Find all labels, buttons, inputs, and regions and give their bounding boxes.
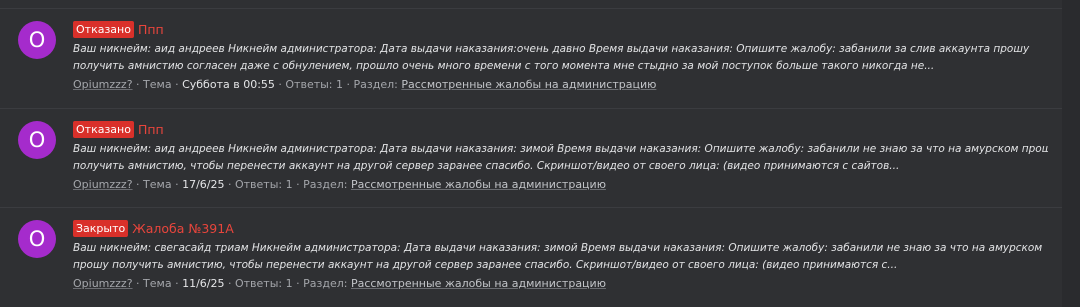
meta-separator: · [175, 277, 179, 290]
meta-separator: · [296, 178, 300, 191]
replies-count: Ответы: 1 [234, 178, 293, 191]
thread-title-link[interactable]: Ппп [138, 121, 164, 138]
replies-count: Ответы: 1 [285, 78, 344, 91]
author-link[interactable]: Opiumzzz? [73, 78, 133, 91]
thread-title-line: Отказано Ппп [73, 21, 164, 38]
snippet-line: Ваш никнейм: аид андреев Никнейм админис… [73, 43, 1030, 55]
meta-separator: · [296, 277, 300, 290]
meta-separator: · [136, 178, 140, 191]
forum-link[interactable]: Рассмотренные жалобы на администрацию [401, 78, 656, 91]
content-type-label: Тема [143, 277, 172, 290]
meta-separator: · [346, 78, 351, 91]
post-date: 11/6/25 [182, 277, 225, 290]
forum-link[interactable]: Рассмотренные жалобы на администрацию [351, 178, 606, 191]
thread-row[interactable]: O Отказано Ппп Ваш никнейм: аид андреев Н… [0, 108, 1062, 206]
search-results-list: O Отказано Ппп Ваш никнейм: аид андреев Н… [0, 0, 1062, 307]
meta-separator: · [175, 178, 179, 191]
meta-separator: · [136, 78, 140, 91]
status-badge: Отказано [73, 121, 134, 138]
avatar[interactable]: O [18, 121, 56, 159]
avatar[interactable]: O [18, 220, 56, 258]
thread-snippet: Ваш никнейм: аид андреев Никнейм админис… [73, 141, 1048, 175]
content-type-label: Тема [143, 78, 172, 91]
thread-title-line: Отказано Ппп [73, 121, 164, 138]
avatar[interactable]: O [18, 21, 56, 59]
thread-meta: Opiumzzz? · Тема · Суббота в 00:55 · Отв… [73, 77, 656, 93]
meta-separator: · [227, 277, 232, 290]
author-link[interactable]: Opiumzzz? [73, 178, 133, 191]
thread-title-link[interactable]: Ппп [138, 21, 164, 38]
snippet-line: получить амнистию согласен даже с обнуле… [73, 60, 935, 72]
thread-title-line: Закрыто Жалоба №391А [73, 220, 234, 237]
post-date: 17/6/25 [182, 178, 225, 191]
forum-label: Раздел: [303, 178, 348, 191]
snippet-line: Ваш никнейм: свегасайд триам Никнейм адм… [73, 242, 1043, 254]
author-link[interactable]: Opiumzzz? [73, 277, 133, 290]
replies-count: Ответы: 1 [234, 277, 293, 290]
status-badge: Закрыто [73, 220, 129, 237]
forum-label: Раздел: [353, 78, 398, 91]
post-date: Суббота в 00:55 [182, 78, 275, 91]
scrollbar-gutter[interactable] [1062, 0, 1080, 307]
thread-row[interactable]: O Отказано Ппп Ваш никнейм: аид андреев Н… [0, 8, 1062, 106]
meta-separator: · [227, 178, 232, 191]
content-type-label: Тема [143, 178, 172, 191]
status-badge: Отказано [73, 21, 134, 38]
forum-label: Раздел: [303, 277, 348, 290]
forum-link[interactable]: Рассмотренные жалобы на администрацию [351, 277, 606, 290]
thread-title-link[interactable]: Жалоба №391А [132, 220, 234, 237]
snippet-line: Ваш никнейм: аид андреев Никнейм админис… [73, 143, 1048, 155]
thread-meta: Opiumzzz? · Тема · 11/6/25 · Ответы: 1 ·… [73, 276, 606, 292]
thread-snippet: Ваш никнейм: свегасайд триам Никнейм адм… [73, 240, 1048, 274]
meta-separator: · [278, 78, 282, 91]
meta-separator: · [136, 277, 140, 290]
snippet-line: прошу получить амнистию, чтобы перенести… [73, 259, 898, 271]
thread-meta: Opiumzzz? · Тема · 17/6/25 · Ответы: 1 ·… [73, 177, 606, 193]
meta-separator: · [175, 78, 179, 91]
snippet-line: получить амнистию, чтобы перенести аккау… [73, 160, 900, 172]
thread-snippet: Ваш никнейм: аид андреев Никнейм админис… [73, 41, 1048, 75]
thread-row[interactable]: O Закрыто Жалоба №391А Ваш никнейм: свега… [0, 207, 1062, 305]
